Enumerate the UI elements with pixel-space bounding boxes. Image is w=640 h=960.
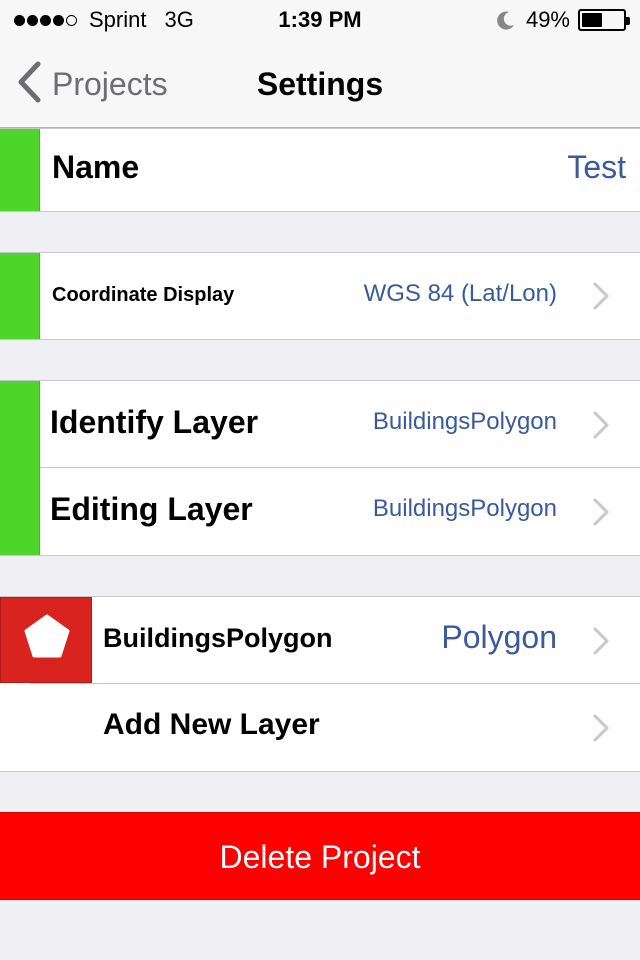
layer-row[interactable]: BuildingsPolygon Polygon — [0, 597, 640, 684]
pentagon-icon — [1, 598, 91, 684]
chevron-right-icon — [592, 713, 610, 743]
name-label: Name — [52, 149, 140, 185]
navigation-bar: Projects Settings — [0, 40, 640, 128]
layer-name: BuildingsPolygon — [103, 623, 333, 653]
layers-section: BuildingsPolygon Polygon Add New Layer — [0, 596, 640, 772]
coordinate-display-value: WGS 84 (Lat/Lon) — [363, 280, 557, 307]
name-section: Name Test — [0, 128, 640, 212]
chevron-right-icon — [592, 497, 610, 527]
row-accent-bar — [0, 253, 40, 339]
layer-selection-section: Identify Layer BuildingsPolygon Editing … — [0, 380, 640, 556]
coordinate-display-row[interactable]: Coordinate Display WGS 84 (Lat/Lon) — [0, 253, 640, 339]
battery-fill — [582, 13, 602, 27]
identify-layer-value: BuildingsPolygon — [372, 408, 557, 435]
chevron-right-icon — [592, 626, 610, 656]
identify-layer-label: Identify Layer — [50, 404, 259, 440]
name-value[interactable]: Test — [567, 149, 626, 186]
add-new-layer-row[interactable]: Add New Layer — [0, 684, 640, 771]
section-accent-bar — [0, 381, 40, 555]
editing-layer-value: BuildingsPolygon — [372, 495, 557, 522]
editing-layer-row[interactable]: Editing Layer BuildingsPolygon — [0, 468, 640, 555]
chevron-right-icon — [592, 410, 610, 440]
name-row[interactable]: Name Test — [0, 129, 640, 211]
page-title: Settings — [256, 66, 384, 102]
battery-nub — [626, 17, 630, 25]
coordinate-section: Coordinate Display WGS 84 (Lat/Lon) — [0, 252, 640, 340]
battery-percent: 49% — [525, 7, 570, 32]
chevron-right-icon — [592, 281, 610, 311]
row-accent-bar — [0, 129, 40, 211]
status-bar-right: 49% — [496, 7, 630, 33]
status-bar: Sprint 3G 1:39 PM 49% — [0, 0, 640, 40]
coordinate-display-label: Coordinate Display — [52, 284, 235, 306]
editing-layer-label: Editing Layer — [50, 491, 253, 527]
add-new-layer-label: Add New Layer — [103, 708, 320, 741]
do-not-disturb-moon-icon — [496, 10, 516, 30]
identify-layer-row[interactable]: Identify Layer BuildingsPolygon — [0, 381, 640, 468]
battery-icon — [578, 9, 630, 31]
layer-symbol — [0, 597, 92, 683]
delete-project-button[interactable]: Delete Project — [0, 812, 640, 900]
layer-type: Polygon — [441, 619, 557, 655]
